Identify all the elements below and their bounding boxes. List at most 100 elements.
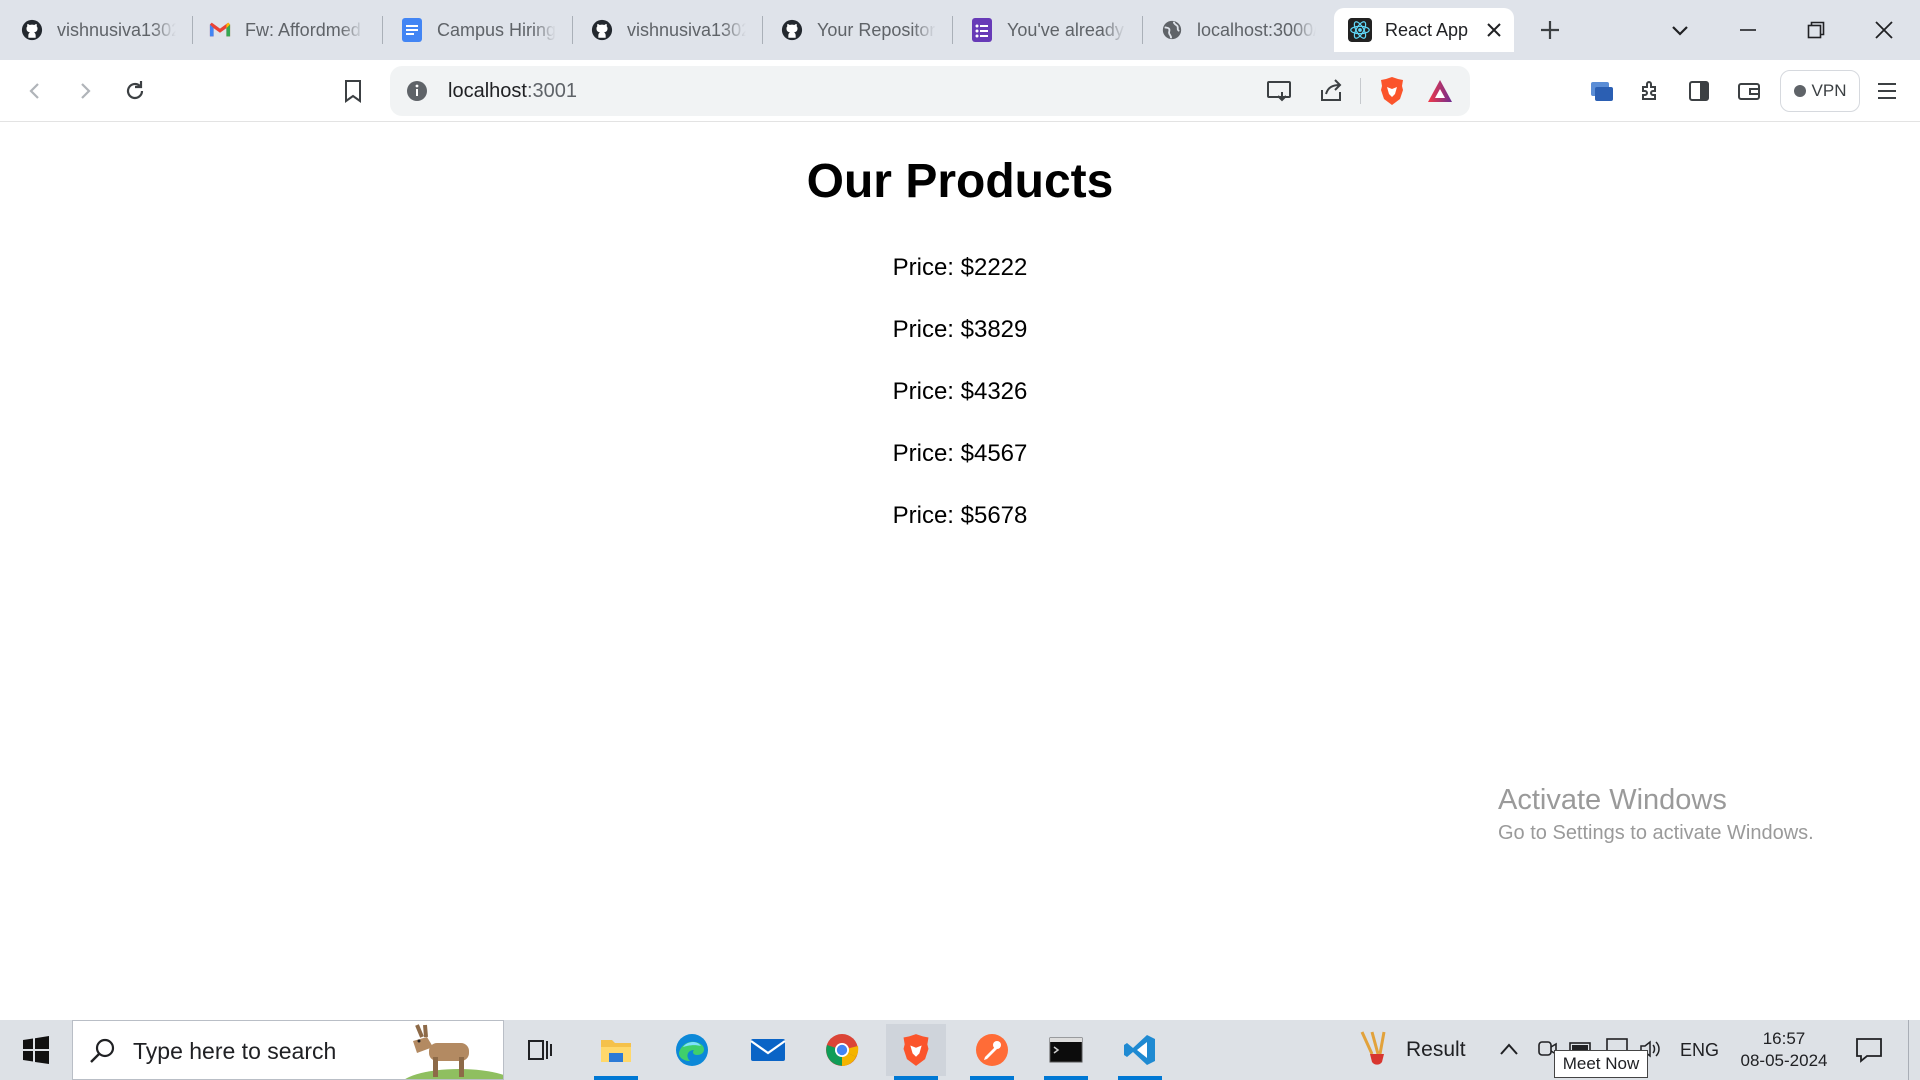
- running-indicator: [594, 1076, 638, 1080]
- bookmark-icon: [345, 80, 361, 103]
- product-price: Price: $4567: [892, 440, 1028, 467]
- reload-icon: [126, 81, 144, 100]
- url-host: localhost: [448, 80, 527, 102]
- vscode-button[interactable]: [1110, 1024, 1170, 1080]
- tab-title: React App: [1385, 19, 1469, 40]
- url-port: :3001: [526, 80, 577, 102]
- tab-separator: [382, 16, 383, 44]
- tab-localhost-3000[interactable]: localhost:3000/: [1146, 8, 1330, 52]
- activate-windows-title: Activate Windows: [1498, 784, 1727, 816]
- vscode-icon: [1124, 1035, 1155, 1065]
- search-icon: [89, 1037, 117, 1070]
- postman-button[interactable]: [962, 1024, 1022, 1080]
- tab-separator: [762, 16, 763, 44]
- chevron-up-icon[interactable]: [1498, 1040, 1520, 1063]
- puzzle-icon: [1642, 81, 1656, 100]
- file-explorer-button[interactable]: [586, 1024, 646, 1080]
- tab-your-repositories[interactable]: Your Repositori: [766, 8, 950, 52]
- sidebar-toggle-button[interactable]: [1678, 70, 1720, 112]
- tab-title: Campus Hiring: [437, 19, 556, 40]
- product-price: Price: $3829: [892, 316, 1028, 343]
- brave-shields-icon[interactable]: [1378, 76, 1406, 111]
- product-price: Price: $5678: [892, 502, 1028, 529]
- github-icon: [590, 18, 614, 42]
- tab-github-vishnusiva-2[interactable]: vishnusiva1302/: [576, 8, 760, 52]
- chevron-down-icon: [1672, 26, 1688, 36]
- task-view-button[interactable]: [510, 1024, 570, 1076]
- minimize-icon: [1740, 29, 1756, 31]
- restore-button[interactable]: [1796, 10, 1836, 50]
- address-bar[interactable]: localhost:3001: [390, 66, 1470, 116]
- github-icon: [780, 18, 804, 42]
- terminal-button[interactable]: [1036, 1024, 1096, 1080]
- brave-button[interactable]: [886, 1024, 946, 1080]
- wallet-icon: [1738, 83, 1760, 100]
- product-price: Price: $2222: [892, 254, 1028, 281]
- close-window-button[interactable]: [1864, 10, 1904, 50]
- mail-button[interactable]: [738, 1024, 798, 1076]
- reload-button[interactable]: [114, 70, 156, 112]
- search-placeholder: Type here to search: [133, 1038, 337, 1064]
- result-label[interactable]: Result: [1406, 1038, 1466, 1062]
- taskbar-search-box[interactable]: Type here to search: [72, 1020, 504, 1080]
- chrome-icon: [826, 1034, 859, 1066]
- edge-button[interactable]: [662, 1024, 722, 1076]
- chrome-button[interactable]: [812, 1024, 872, 1076]
- tab-google-form[interactable]: You've already: [956, 8, 1140, 52]
- tab-search-button[interactable]: [1660, 10, 1700, 50]
- back-button[interactable]: [14, 70, 56, 112]
- running-indicator: [970, 1076, 1014, 1080]
- browser-toolbar: localhost:3001 VPN: [0, 60, 1920, 122]
- vpn-status-icon: [1793, 85, 1806, 97]
- clock[interactable]: 16:57 08-05-2024: [1734, 1028, 1834, 1072]
- share-icon[interactable]: [1318, 78, 1344, 109]
- file-explorer-icon: [601, 1040, 631, 1062]
- arrow-right-icon: [81, 83, 91, 99]
- google-forms-icon: [970, 18, 994, 42]
- tab-separator: [572, 16, 573, 44]
- site-info-icon[interactable]: [406, 80, 428, 107]
- clock-time: 16:57: [1762, 1029, 1806, 1048]
- url-text[interactable]: localhost:3001: [448, 80, 577, 103]
- vpn-button[interactable]: VPN: [1780, 70, 1860, 112]
- input-language[interactable]: ENG: [1680, 1040, 1719, 1061]
- windows-logo-icon: [23, 1036, 49, 1064]
- close-icon: [1875, 21, 1893, 39]
- tab-campus-hiring[interactable]: Campus Hiring: [386, 8, 570, 52]
- search-highlight-donkey-illustration: [399, 1021, 503, 1079]
- tab-separator: [952, 16, 953, 44]
- forward-button[interactable]: [64, 70, 106, 112]
- show-desktop-button[interactable]: [1908, 1020, 1920, 1080]
- extensions-button[interactable]: [1630, 70, 1672, 112]
- paint-brush-icon[interactable]: [1354, 1030, 1398, 1075]
- globe-icon: [1160, 18, 1184, 42]
- start-button[interactable]: [14, 1032, 58, 1068]
- running-indicator: [1044, 1076, 1088, 1080]
- terminal-icon: [1049, 1037, 1083, 1063]
- extension-button[interactable]: [1580, 70, 1622, 112]
- tab-title: You've already: [1007, 19, 1124, 40]
- vpn-label: VPN: [1811, 81, 1847, 100]
- new-tab-button[interactable]: [1530, 10, 1570, 50]
- product-price: Price: $4326: [892, 378, 1028, 405]
- minimize-button[interactable]: [1728, 10, 1768, 50]
- brave-rewards-icon[interactable]: [1426, 78, 1454, 109]
- tab-close-button[interactable]: [1480, 16, 1508, 44]
- tab-github-vishnusiva[interactable]: vishnusiva1302/: [6, 8, 190, 52]
- tab-title: Your Repositori: [817, 19, 936, 40]
- google-docs-icon: [400, 18, 424, 42]
- cast-icon[interactable]: [1266, 78, 1294, 109]
- wallet-button[interactable]: [1728, 70, 1770, 112]
- browser-tab-strip: vishnusiva1302/ Fw: Affordmed Campus Hir…: [0, 0, 1920, 60]
- running-indicator: [1118, 1076, 1162, 1080]
- notification-center-button[interactable]: [1854, 1036, 1884, 1069]
- task-view-icon: [528, 1040, 552, 1060]
- menu-button[interactable]: [1866, 70, 1908, 112]
- toolbar-divider: [1360, 78, 1361, 104]
- tab-title: Fw: Affordmed: [245, 19, 361, 40]
- mail-icon: [750, 1039, 786, 1061]
- extension-app-icon: [1591, 82, 1613, 101]
- clock-date: 08-05-2024: [1740, 1051, 1828, 1070]
- tab-gmail[interactable]: Fw: Affordmed: [194, 8, 378, 52]
- bookmark-button[interactable]: [332, 70, 374, 112]
